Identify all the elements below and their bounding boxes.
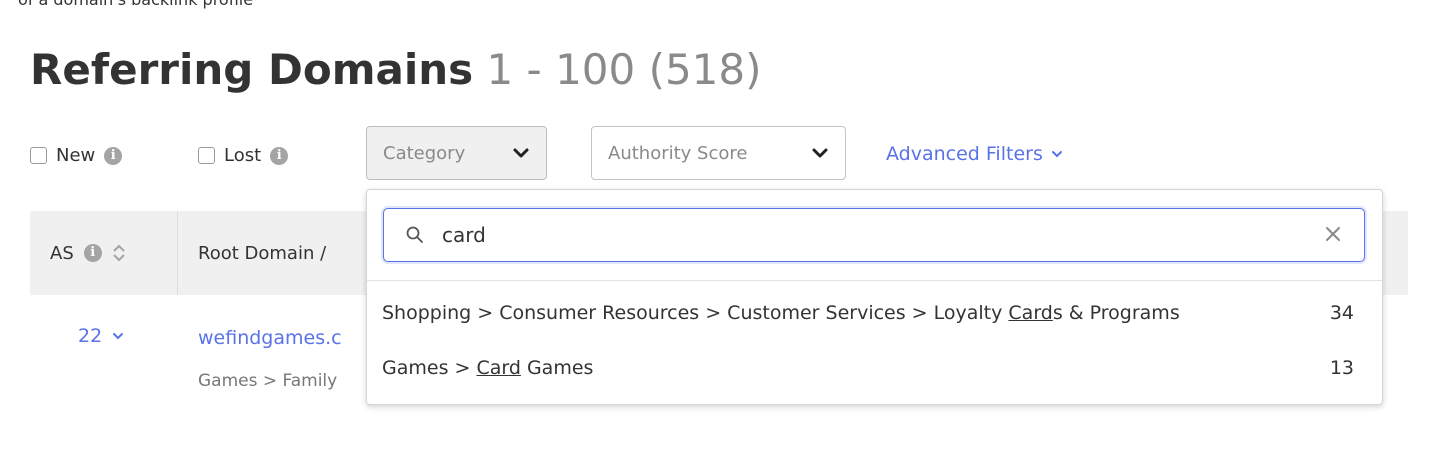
info-icon[interactable]: i xyxy=(270,146,289,165)
cut-off-text: of a domain's backlink profile xyxy=(18,0,253,9)
category-option-count: 13 xyxy=(1329,357,1354,379)
column-header-root-domain[interactable]: Root Domain / xyxy=(198,211,326,295)
lost-checkbox[interactable]: Lost i xyxy=(198,145,289,166)
option-prefix: Shopping > Consumer Resources > Customer… xyxy=(382,302,1009,324)
category-dropdown[interactable]: Category xyxy=(366,126,547,180)
info-icon[interactable]: i xyxy=(104,146,123,165)
chevron-down-icon xyxy=(513,148,529,158)
category-search-box[interactable] xyxy=(383,208,1365,262)
option-suffix: Games xyxy=(520,357,594,379)
domain-category: Games > Family xyxy=(198,371,338,391)
page-title: Referring Domains 1 - 100 (518) xyxy=(30,42,762,98)
column-as-label: AS xyxy=(50,242,74,264)
referring-domains-page: of a domain's backlink profile Referring… xyxy=(0,0,1444,456)
info-icon[interactable]: i xyxy=(83,244,102,262)
lost-checkbox-box[interactable] xyxy=(198,147,215,164)
category-option-count: 34 xyxy=(1329,302,1354,324)
advanced-filters-label: Advanced Filters xyxy=(886,143,1043,165)
new-checkbox[interactable]: New i xyxy=(30,145,123,166)
chevron-down-icon xyxy=(113,333,124,340)
search-icon xyxy=(406,226,423,243)
filters-bar: New i Lost i Category Authority Score Ad… xyxy=(30,126,1430,180)
chevron-down-icon xyxy=(1051,151,1062,158)
new-checkbox-box[interactable] xyxy=(30,147,47,164)
category-dropdown-label: Category xyxy=(383,142,466,164)
category-popup: Shopping > Consumer Resources > Customer… xyxy=(366,189,1383,405)
lost-label: Lost xyxy=(224,145,262,166)
title-main: Referring Domains xyxy=(30,45,474,94)
option-match: Card xyxy=(476,357,521,379)
domain-link[interactable]: wefindgames.c xyxy=(198,327,342,349)
category-search-input[interactable] xyxy=(442,218,1302,252)
column-header-as[interactable]: AS i xyxy=(30,211,178,295)
new-label: New xyxy=(56,145,96,166)
as-value-text: 22 xyxy=(78,325,103,347)
title-range: 1 - 100 (518) xyxy=(486,45,762,94)
authority-dropdown-label: Authority Score xyxy=(608,142,748,164)
option-prefix: Games > xyxy=(382,357,477,379)
category-option-label: Games > Card Games xyxy=(382,357,593,379)
chevron-down-icon xyxy=(812,148,828,158)
option-suffix: s & Programs xyxy=(1052,302,1180,324)
sort-icon[interactable] xyxy=(112,243,126,263)
popup-divider xyxy=(367,280,1382,281)
advanced-filters-link[interactable]: Advanced Filters xyxy=(886,143,1063,165)
authority-score-dropdown[interactable]: Authority Score xyxy=(591,126,846,180)
category-option[interactable]: Games > Card Games 13 xyxy=(382,348,1354,388)
close-icon[interactable] xyxy=(1322,223,1344,245)
option-match: Card xyxy=(1008,302,1053,324)
as-value[interactable]: 22 xyxy=(78,325,124,347)
category-option-label: Shopping > Consumer Resources > Customer… xyxy=(382,302,1180,324)
column-root-label: Root Domain / xyxy=(198,242,327,264)
category-option[interactable]: Shopping > Consumer Resources > Customer… xyxy=(382,293,1354,333)
